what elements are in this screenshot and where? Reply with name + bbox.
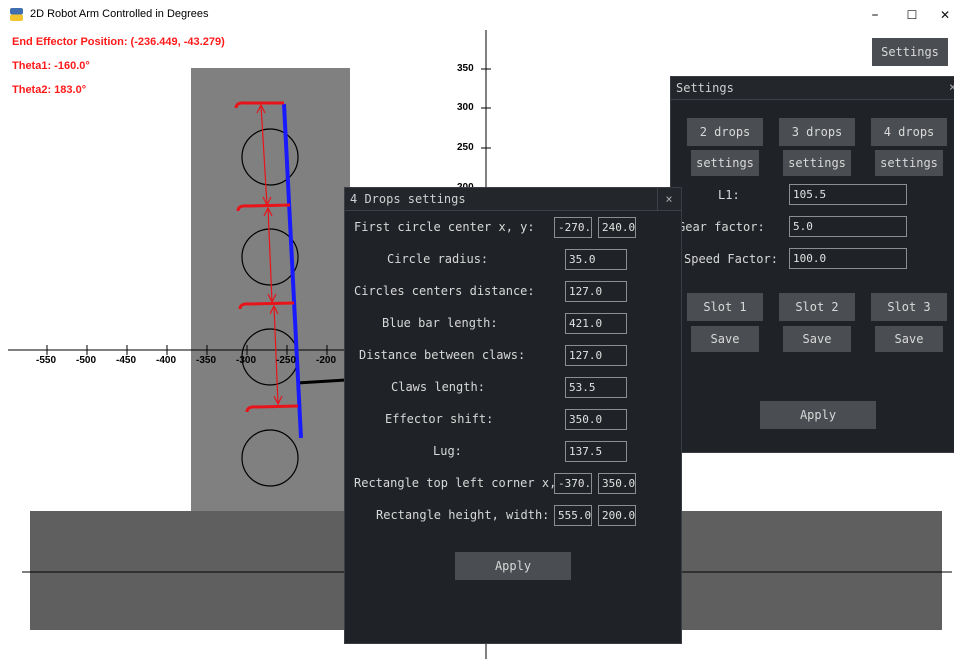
drops-apply-button[interactable]: Apply xyxy=(455,552,571,580)
window-titlebar: 2D Robot Arm Controlled in Degrees – ☐ ✕ xyxy=(0,0,954,30)
y-tick-labels: 350 300 250 200 xyxy=(455,0,481,200)
workspace-rectangle xyxy=(191,68,350,511)
three-drops-settings-button[interactable]: settings xyxy=(783,150,851,176)
rectangle-width-input[interactable]: 200.0 xyxy=(598,505,636,526)
circle-radius-input[interactable]: 35.0 xyxy=(565,249,627,270)
gear-factor-label: Gear factor: xyxy=(678,220,765,234)
drops-close-icon[interactable]: × xyxy=(657,188,680,210)
slot-1-save-button[interactable]: Save xyxy=(691,326,759,352)
blue-bar-length-input[interactable]: 421.0 xyxy=(565,313,627,334)
minimize-button[interactable]: – xyxy=(860,4,890,26)
x-tick-label: -350 xyxy=(196,355,217,366)
first-circle-y-input[interactable]: 240.0 xyxy=(598,217,636,238)
lug-input[interactable]: 137.5 xyxy=(565,441,627,462)
slot-1-button[interactable]: Slot 1 xyxy=(687,293,763,321)
slot-2-save-button[interactable]: Save xyxy=(783,326,851,352)
close-button[interactable]: ✕ xyxy=(930,4,954,26)
drops-panel-title: 4 Drops settings xyxy=(350,192,466,206)
x-tick-label: -250 xyxy=(276,355,297,366)
settings-apply-button[interactable]: Apply xyxy=(760,401,876,429)
theta2-readout: Theta2: 183.0° xyxy=(12,84,87,96)
rectangle-height-input[interactable]: 555.0 xyxy=(554,505,592,526)
two-drops-button[interactable]: 2 drops xyxy=(687,118,763,146)
end-effector-position: End Effector Position: (-236.449, -43.27… xyxy=(12,36,225,48)
open-settings-button[interactable]: Settings xyxy=(872,38,948,66)
rectangle-corner-x-input[interactable]: -370. xyxy=(554,473,592,494)
settings-panel-title: Settings xyxy=(676,81,734,95)
l1-input[interactable]: 105.5 xyxy=(789,184,907,205)
three-drops-button[interactable]: 3 drops xyxy=(779,118,855,146)
slot-3-button[interactable]: Slot 3 xyxy=(871,293,947,321)
y-tick-label: 300 xyxy=(457,102,474,113)
settings-panel-titlebar[interactable]: Settings × xyxy=(671,77,954,100)
rectangle-corner-y-input[interactable]: 350.0 xyxy=(598,473,636,494)
circles-distance-input[interactable]: 127.0 xyxy=(565,281,627,302)
slot-3-save-button[interactable]: Save xyxy=(875,326,943,352)
settings-close-icon[interactable]: × xyxy=(949,80,954,94)
x-tick-label: -200 xyxy=(316,355,337,366)
rectangle-size-label: Rectangle height, width: xyxy=(376,508,550,522)
first-circle-x-input[interactable]: -270. xyxy=(554,217,592,238)
two-drops-settings-button[interactable]: settings xyxy=(691,150,759,176)
rectangle-corner-label: Rectangle top left corner x, y: xyxy=(354,476,578,490)
slot-2-button[interactable]: Slot 2 xyxy=(779,293,855,321)
circles-distance-label: Circles centers distance: xyxy=(354,284,535,298)
first-circle-center-label: First circle center x, y: xyxy=(354,220,535,234)
lug-label: Lug: xyxy=(433,444,462,458)
x-tick-label: -450 xyxy=(116,355,137,366)
y-tick-label: 250 xyxy=(457,142,474,153)
x-tick-label: -500 xyxy=(76,355,97,366)
x-tick-label: -300 xyxy=(236,355,257,366)
window-title: 2D Robot Arm Controlled in Degrees xyxy=(30,8,209,20)
drops-panel-titlebar[interactable]: 4 Drops settings × xyxy=(345,188,681,211)
x-tick-labels: -550 -500 -450 -400 -350 -300 -250 -200 xyxy=(0,355,380,369)
blue-bar-length-label: Blue bar length: xyxy=(382,316,498,330)
four-drops-button[interactable]: 4 drops xyxy=(871,118,947,146)
effector-shift-input[interactable]: 350.0 xyxy=(565,409,627,430)
speed-factor-label: Speed Factor: xyxy=(684,252,778,266)
four-drops-settings-panel: 4 Drops settings × First circle center x… xyxy=(344,187,682,644)
y-tick-label: 350 xyxy=(457,63,474,74)
x-tick-label: -550 xyxy=(36,355,57,366)
speed-factor-input[interactable]: 100.0 xyxy=(789,248,907,269)
four-drops-settings-button[interactable]: settings xyxy=(875,150,943,176)
claws-distance-input[interactable]: 127.0 xyxy=(565,345,627,366)
gear-factor-input[interactable]: 5.0 xyxy=(789,216,907,237)
l1-label: L1: xyxy=(718,188,740,202)
claws-length-label: Claws length: xyxy=(391,380,485,394)
circle-radius-label: Circle radius: xyxy=(387,252,489,266)
effector-shift-label: Effector shift: xyxy=(385,412,494,426)
x-tick-label: -400 xyxy=(156,355,177,366)
claws-length-input[interactable]: 53.5 xyxy=(565,377,627,398)
python-app-icon xyxy=(10,8,23,21)
maximize-button[interactable]: ☐ xyxy=(897,4,927,26)
claws-distance-label: Distance between claws: xyxy=(359,348,526,362)
settings-panel: Settings × 2 drops 3 drops 4 drops setti… xyxy=(670,76,954,453)
theta1-readout: Theta1: -160.0° xyxy=(12,60,90,72)
